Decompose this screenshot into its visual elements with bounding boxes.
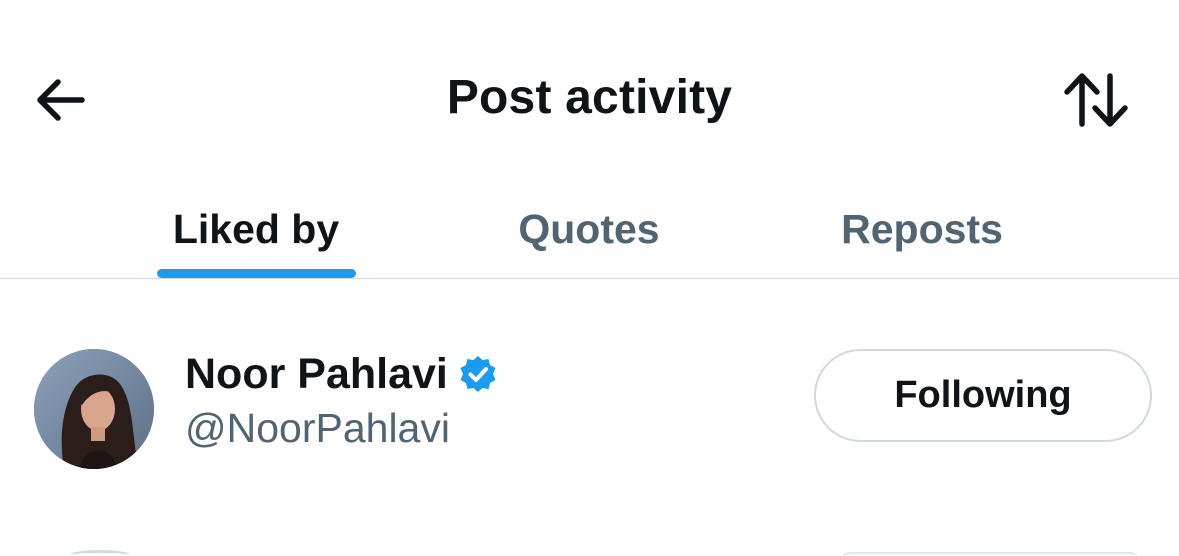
following-button[interactable]: Following (814, 349, 1152, 442)
post-activity-screen: Post activity Liked by Quotes Reposts No… (0, 0, 1179, 556)
avatar[interactable] (34, 349, 154, 469)
page-title: Post activity (446, 71, 733, 124)
active-tab-indicator (157, 269, 356, 278)
tab-bar: Liked by Quotes Reposts (0, 180, 1179, 280)
user-display-name[interactable]: Noor Pahlavi (185, 350, 448, 399)
user-handle[interactable]: @NoorPahlavi (185, 400, 450, 456)
tab-reposts[interactable]: Reposts (810, 180, 1034, 278)
list-item[interactable]: Noor Pahlavi @NoorPahlavi Following (0, 330, 1179, 490)
next-avatar-edge (70, 550, 130, 556)
avatar-photo (34, 349, 154, 469)
sort-button[interactable] (1058, 64, 1134, 136)
tab-divider (0, 278, 1179, 279)
tab-quotes[interactable]: Quotes (480, 180, 698, 278)
sort-arrows-icon (1064, 73, 1128, 127)
next-button-edge (840, 552, 1140, 556)
user-name-line: Noor Pahlavi (185, 346, 498, 402)
verified-badge-icon (460, 356, 496, 392)
tab-liked-by[interactable]: Liked by (140, 180, 372, 278)
header: Post activity (0, 0, 1179, 180)
